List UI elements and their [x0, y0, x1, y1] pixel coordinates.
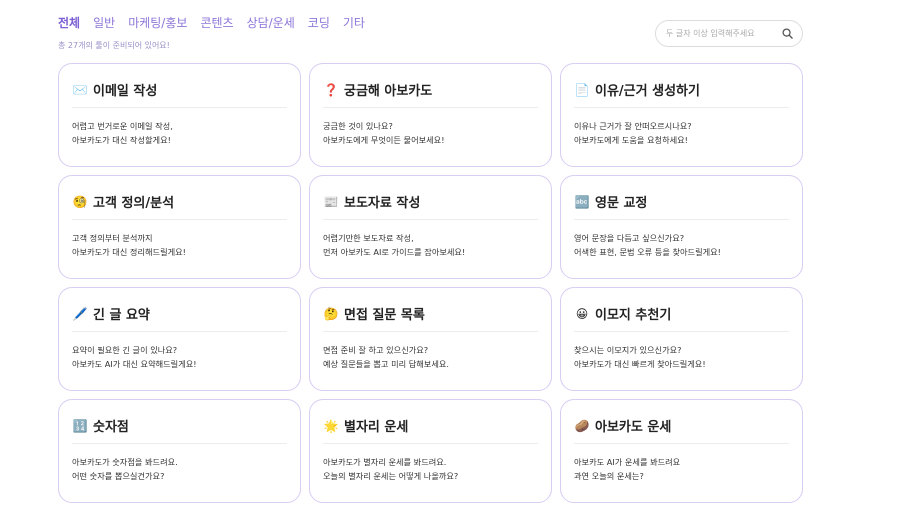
thinking-face-icon: 🤔 — [323, 306, 339, 321]
search-input[interactable] — [666, 29, 780, 38]
card-desc-line: 아보카도에게 도움을 요청하세요! — [574, 134, 688, 145]
card-header: ❓ 궁금해 아보카도 — [323, 64, 538, 108]
newspaper-icon: 📰 — [323, 194, 339, 209]
card-desc-line: 영어 문장을 다듬고 싶으신가요? — [574, 233, 685, 243]
card-desc-line: 찾으시는 이모지가 있으신가요? — [574, 345, 682, 355]
tab-content[interactable]: 콘텐츠 — [200, 14, 233, 31]
card-desc-line: 과연 오늘의 운세는? — [574, 470, 644, 481]
card-press-release[interactable]: 📰 보도자료 작성 어렵기만한 보도자료 작성, 먼저 아보카도 AI로 가이드… — [309, 175, 552, 279]
card-description: 아보카도가 별자리 운세를 봐드려요. 오늘의 별자리 운세는 어떻게 나올까요… — [323, 444, 538, 483]
card-title: 면접 질문 목록 — [344, 308, 425, 323]
card-desc-line: 아보카도 AI가 운세를 봐드려요 — [574, 457, 681, 467]
card-title: 영문 교정 — [595, 196, 648, 211]
monocle-face-icon: 🧐 — [72, 194, 88, 209]
card-horoscope[interactable]: 🌟 별자리 운세 아보카도가 별자리 운세를 봐드려요. 오늘의 별자리 운세는… — [309, 399, 552, 503]
card-title: 이모지 추천기 — [595, 308, 672, 323]
card-description: 어렵고 번거로운 이메일 작성, 아보카도가 대신 작성할게요! — [72, 108, 287, 147]
card-long-text-summary[interactable]: 🖊️ 긴 글 요약 요약이 필요한 긴 글이 있나요? 아보카도 AI가 대신 … — [58, 287, 301, 391]
card-header: 🥔 아보카도 운세 — [574, 400, 789, 444]
card-customer-analysis[interactable]: 🧐 고객 정의/분석 고객 정의부터 분석까지 아보카도가 대신 정리해드릴게요… — [58, 175, 301, 279]
card-header: 🖊️ 긴 글 요약 — [72, 288, 287, 332]
document-icon: 📄 — [574, 82, 590, 97]
avocado-icon: 🥔 — [574, 418, 590, 433]
card-title: 숫자점 — [93, 420, 129, 435]
tab-counseling[interactable]: 상담/운세 — [247, 14, 295, 31]
card-header: 📰 보도자료 작성 — [323, 176, 538, 220]
card-desc-line: 어떤 숫자를 뽑으실건가요? — [72, 470, 165, 481]
search-box — [655, 20, 803, 47]
pen-icon: 🖊️ — [72, 306, 88, 321]
card-desc-line: 어색한 표현, 문법 오류 등을 찾아드릴게요! — [574, 246, 721, 257]
card-desc-line: 아보카도에게 무엇이든 물어보세요! — [323, 134, 445, 145]
question-mark-icon: ❓ — [323, 82, 339, 97]
tab-marketing[interactable]: 마케팅/홍보 — [128, 14, 187, 31]
card-desc-line: 아보카도가 대신 작성할게요! — [72, 134, 171, 145]
card-desc-line: 아보카도 AI가 대신 요약해드릴게요! — [72, 358, 197, 369]
card-curious-avocado[interactable]: ❓ 궁금해 아보카도 궁금한 것이 있나요? 아보카도에게 무엇이든 물어보세요… — [309, 63, 552, 167]
card-header: 🧐 고객 정의/분석 — [72, 176, 287, 220]
card-description: 고객 정의부터 분석까지 아보카도가 대신 정리해드릴게요! — [72, 220, 287, 259]
card-title: 아보카도 운세 — [595, 420, 672, 435]
card-desc-line: 아보카도가 별자리 운세를 봐드려요. — [323, 457, 447, 467]
card-description: 이유나 근거가 잘 안떠오르시나요? 아보카도에게 도움을 요청하세요! — [574, 108, 789, 147]
card-desc-line: 궁금한 것이 있나요? — [323, 121, 393, 131]
card-english-proofreading[interactable]: 🔤 영문 교정 영어 문장을 다듬고 싶으신가요? 어색한 표현, 문법 오류 … — [560, 175, 803, 279]
tab-all[interactable]: 전체 — [58, 14, 80, 31]
card-title: 별자리 운세 — [344, 420, 409, 435]
card-description: 궁금한 것이 있나요? 아보카도에게 무엇이든 물어보세요! — [323, 108, 538, 147]
card-desc-line: 예상 질문들을 뽑고 미리 답해보세요. — [323, 358, 450, 369]
card-header: ✉️ 이메일 작성 — [72, 64, 287, 108]
card-desc-line: 고객 정의부터 분석까지 — [72, 233, 153, 243]
card-desc-line: 먼저 아보카도 AI로 가이드를 잡아보세요! — [323, 246, 466, 257]
card-desc-line: 면접 준비 잘 하고 있으신가요? — [323, 345, 429, 355]
card-header: 📄 이유/근거 생성하기 — [574, 64, 789, 108]
numbers-icon: 🔢 — [72, 418, 88, 433]
card-email-writing[interactable]: ✉️ 이메일 작성 어렵고 번거로운 이메일 작성, 아보카도가 대신 작성할게… — [58, 63, 301, 167]
tool-count-text: 총 27개의 툴이 준비되어 있어요! — [58, 41, 170, 50]
card-description: 영어 문장을 다듬고 싶으신가요? 어색한 표현, 문법 오류 등을 찾아드릴게… — [574, 220, 789, 259]
card-header: 🔤 영문 교정 — [574, 176, 789, 220]
envelope-icon: ✉️ — [72, 82, 88, 97]
card-header: 🔢 숫자점 — [72, 400, 287, 444]
card-description: 아보카도 AI가 운세를 봐드려요 과연 오늘의 운세는? — [574, 444, 789, 483]
card-desc-line: 요약이 필요한 긴 글이 있나요? — [72, 345, 178, 355]
category-tabs: 전체 일반 마케팅/홍보 콘텐츠 상담/운세 코딩 기타 — [58, 14, 365, 31]
card-desc-line: 아보카도가 대신 정리해드릴게요! — [72, 246, 186, 257]
card-desc-line: 어렵기만한 보도자료 작성, — [323, 233, 414, 243]
card-description: 어렵기만한 보도자료 작성, 먼저 아보카도 AI로 가이드를 잡아보세요! — [323, 220, 538, 259]
card-description: 찾으시는 이모지가 있으신가요? 아보카도가 대신 빠르게 찾아드릴게요! — [574, 332, 789, 371]
tool-card-grid: ✉️ 이메일 작성 어렵고 번거로운 이메일 작성, 아보카도가 대신 작성할게… — [58, 63, 803, 503]
card-reason-generator[interactable]: 📄 이유/근거 생성하기 이유나 근거가 잘 안떠오르시나요? 아보카도에게 도… — [560, 63, 803, 167]
card-desc-line: 이유나 근거가 잘 안떠오르시나요? — [574, 121, 692, 131]
card-description: 요약이 필요한 긴 글이 있나요? 아보카도 AI가 대신 요약해드릴게요! — [72, 332, 287, 371]
card-avocado-fortune[interactable]: 🥔 아보카도 운세 아보카도 AI가 운세를 봐드려요 과연 오늘의 운세는? — [560, 399, 803, 503]
search-icon[interactable] — [780, 27, 794, 41]
card-desc-line: 어렵고 번거로운 이메일 작성, — [72, 121, 173, 131]
card-header: 🤔 면접 질문 목록 — [323, 288, 538, 332]
card-desc-line: 오늘의 별자리 운세는 어떻게 나올까요? — [323, 470, 459, 481]
card-header: 😀 이모지 추천기 — [574, 288, 789, 332]
card-title: 보도자료 작성 — [344, 196, 421, 211]
tab-coding[interactable]: 코딩 — [308, 14, 330, 31]
card-title: 고객 정의/분석 — [93, 196, 175, 211]
tab-etc[interactable]: 기타 — [343, 14, 365, 31]
card-description: 면접 준비 잘 하고 있으신가요? 예상 질문들을 뽑고 미리 답해보세요. — [323, 332, 538, 371]
card-interview-questions[interactable]: 🤔 면접 질문 목록 면접 준비 잘 하고 있으신가요? 예상 질문들을 뽑고 … — [309, 287, 552, 391]
card-title: 긴 글 요약 — [93, 308, 150, 323]
abc-icon: 🔤 — [574, 194, 590, 209]
card-title: 이유/근거 생성하기 — [595, 84, 700, 99]
card-title: 이메일 작성 — [93, 84, 158, 99]
card-title: 궁금해 아보카도 — [344, 84, 433, 99]
card-number-fortune[interactable]: 🔢 숫자점 아보카도가 숫자점을 봐드려요. 어떤 숫자를 뽑으실건가요? — [58, 399, 301, 503]
card-description: 아보카도가 숫자점을 봐드려요. 어떤 숫자를 뽑으실건가요? — [72, 444, 287, 483]
card-desc-line: 아보카도가 숫자점을 봐드려요. — [72, 457, 178, 467]
card-emoji-recommender[interactable]: 😀 이모지 추천기 찾으시는 이모지가 있으신가요? 아보카도가 대신 빠르게 … — [560, 287, 803, 391]
tab-general[interactable]: 일반 — [93, 14, 115, 31]
star-icon: 🌟 — [323, 418, 339, 433]
smiley-icon: 😀 — [575, 306, 589, 321]
card-desc-line: 아보카도가 대신 빠르게 찾아드릴게요! — [574, 358, 706, 369]
card-header: 🌟 별자리 운세 — [323, 400, 538, 444]
